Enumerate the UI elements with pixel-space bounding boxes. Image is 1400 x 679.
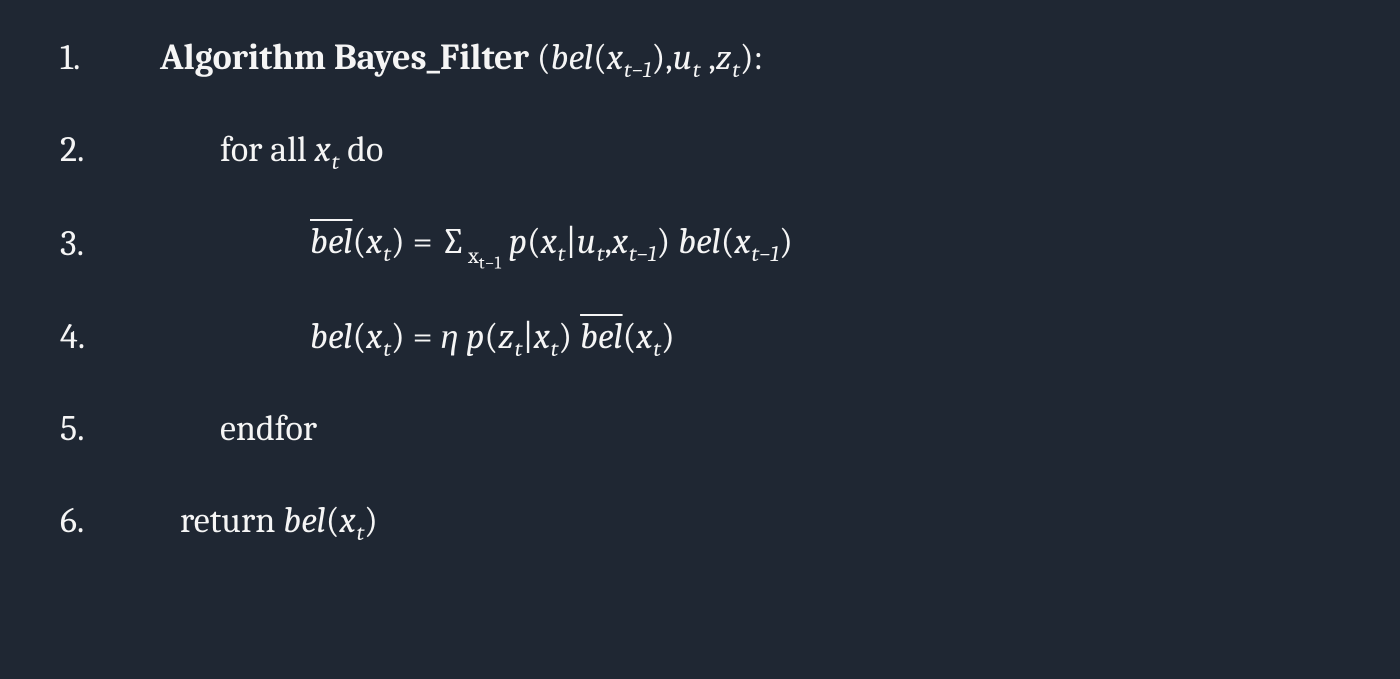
var-x: x bbox=[366, 221, 382, 262]
endfor-kw: endfor bbox=[220, 408, 317, 449]
paren: ), bbox=[652, 37, 673, 78]
line-number: 2. bbox=[60, 132, 160, 168]
var-z: z bbox=[498, 316, 514, 357]
var-u: u bbox=[577, 221, 596, 262]
bel-bar: bel bbox=[580, 316, 623, 357]
paren: ( bbox=[593, 37, 607, 78]
sub-t: t bbox=[332, 151, 340, 173]
sub-t: t bbox=[383, 243, 391, 265]
paren: ( bbox=[353, 316, 367, 357]
space bbox=[572, 316, 580, 357]
paren: ) bbox=[391, 316, 405, 357]
line-content: bel(xt) = η p(zt|xt) bel(xt) bbox=[160, 319, 1340, 355]
bel-fn: bel bbox=[310, 316, 353, 357]
bel-bar: bel bbox=[310, 221, 353, 262]
sub-t: t bbox=[653, 338, 661, 360]
algo-line-4: 4. bel(xt) = η p(zt|xt) bel(xt) bbox=[60, 319, 1340, 355]
line-number: 5. bbox=[60, 411, 160, 447]
sub-t: t bbox=[732, 59, 740, 81]
algo-line-3: 3. bel(xt) = ∑xt−1 p(xt|ut,xt−1) bel(xt−… bbox=[60, 224, 1340, 263]
paren: ) bbox=[657, 221, 671, 262]
var-x: x bbox=[734, 221, 750, 262]
algorithm-pseudocode: 1. Algorithm Bayes_Filter (bel(xt−1),ut … bbox=[60, 40, 1340, 539]
p-fn: p bbox=[466, 316, 484, 357]
var-x: x bbox=[340, 500, 356, 541]
sum-sub: xt−1 bbox=[468, 245, 501, 273]
line-content: return bel(xt) bbox=[160, 503, 1340, 539]
var-x: x bbox=[607, 37, 623, 78]
args-open: ( bbox=[529, 37, 551, 78]
sub-tm1: t−1 bbox=[752, 243, 780, 265]
comma: , bbox=[700, 37, 715, 78]
space bbox=[501, 221, 509, 262]
var-x: x bbox=[534, 316, 550, 357]
algorithm-title: Algorithm Bayes_Filter bbox=[160, 37, 529, 78]
sub-t: t bbox=[515, 338, 523, 360]
line-content: Algorithm Bayes_Filter (bel(xt−1),ut ,zt… bbox=[160, 40, 1340, 76]
line-content: for all xt do bbox=[160, 132, 1340, 168]
line-number: 4. bbox=[60, 319, 160, 355]
paren: ) bbox=[391, 221, 405, 262]
paren: ) bbox=[779, 221, 793, 262]
var-x: x bbox=[541, 221, 557, 262]
eta: η bbox=[441, 316, 467, 357]
paren: ( bbox=[721, 221, 735, 262]
algo-line-2: 2. for all xt do bbox=[60, 132, 1340, 168]
eq: = bbox=[405, 316, 441, 357]
pipe: | bbox=[522, 316, 533, 357]
var-u: u bbox=[673, 37, 692, 78]
var-x: x bbox=[315, 129, 331, 170]
forall-kw: for all bbox=[220, 129, 315, 170]
sub-t: t bbox=[357, 522, 365, 544]
do-kw: do bbox=[339, 129, 383, 170]
line-number: 6. bbox=[60, 503, 160, 539]
sub-t: t bbox=[693, 59, 701, 81]
paren: ( bbox=[484, 316, 498, 357]
sub-t: t bbox=[597, 243, 605, 265]
sub-t: t bbox=[551, 338, 559, 360]
paren: ( bbox=[326, 500, 340, 541]
eq: = bbox=[405, 221, 441, 262]
paren: ) bbox=[364, 500, 378, 541]
sub-tm1: t−1 bbox=[629, 243, 657, 265]
var-x: x bbox=[366, 316, 382, 357]
var-z: z bbox=[716, 37, 732, 78]
line-number: 1. bbox=[60, 40, 160, 76]
pipe: | bbox=[565, 221, 576, 262]
paren: ( bbox=[527, 221, 541, 262]
bel-fn: bel bbox=[283, 500, 326, 541]
sigma-icon: ∑ bbox=[441, 221, 467, 262]
args-close: ): bbox=[740, 37, 763, 78]
line-content: bel(xt) = ∑xt−1 p(xt|ut,xt−1) bel(xt−1) bbox=[160, 224, 1340, 263]
sub-t: t bbox=[558, 243, 566, 265]
p-fn: p bbox=[509, 221, 527, 262]
var-x: x bbox=[636, 316, 652, 357]
paren: ) bbox=[661, 316, 675, 357]
space bbox=[670, 221, 678, 262]
paren: ( bbox=[623, 316, 637, 357]
paren: ) bbox=[558, 316, 572, 357]
bel-fn: bel bbox=[551, 37, 594, 78]
var-x: x bbox=[612, 221, 628, 262]
sub-tm1: t−1 bbox=[624, 59, 652, 81]
bel-fn: bel bbox=[678, 221, 721, 262]
line-content: endfor bbox=[160, 411, 1340, 447]
line-number: 3. bbox=[60, 226, 160, 262]
paren: ( bbox=[353, 221, 367, 262]
algo-line-1: 1. Algorithm Bayes_Filter (bel(xt−1),ut … bbox=[60, 40, 1340, 76]
sub-t: t bbox=[383, 338, 391, 360]
comma: , bbox=[604, 221, 611, 262]
algo-line-5: 5. endfor bbox=[60, 411, 1340, 447]
return-kw: return bbox=[180, 500, 283, 541]
algo-line-6: 6. return bel(xt) bbox=[60, 503, 1340, 539]
